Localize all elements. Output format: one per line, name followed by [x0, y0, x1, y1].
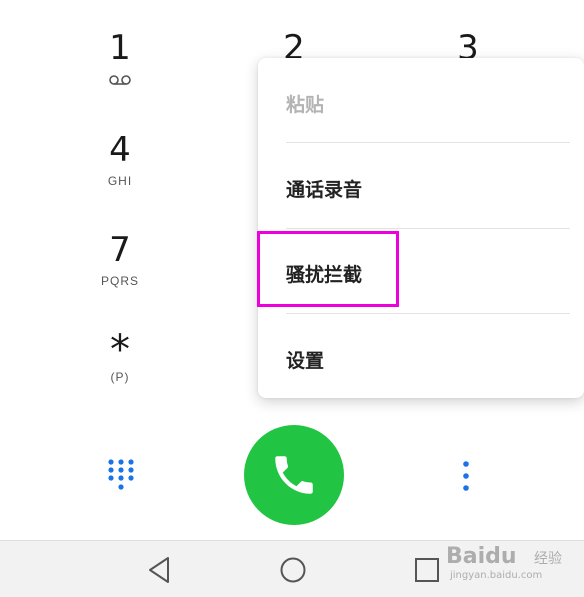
key-digit: * [110, 327, 130, 373]
dialpad-key-star[interactable]: * (P) [80, 327, 160, 384]
menu-item-call-recording[interactable]: 通话录音 [286, 175, 362, 202]
dialpad-grid-icon[interactable] [107, 458, 135, 492]
voicemail-icon [109, 75, 131, 85]
call-button[interactable] [244, 425, 344, 525]
watermark-suffix: 经验 [534, 551, 562, 567]
back-triangle-icon[interactable] [144, 555, 176, 585]
menu-divider [286, 142, 570, 143]
overflow-menu: 粘贴 通话录音 骚扰拦截 设置 [258, 58, 584, 398]
key-digit: 1 [109, 28, 131, 68]
key-digit: 7 [109, 230, 131, 270]
menu-item-settings[interactable]: 设置 [286, 346, 324, 373]
recents-square-icon[interactable] [412, 555, 442, 585]
watermark-brand: Baidu [446, 544, 517, 569]
phone-icon [275, 456, 313, 494]
key-letters: GHI [107, 174, 133, 188]
dialpad-key-7[interactable]: 7 PQRS [80, 232, 160, 288]
watermark-url: jingyan.baidu.com [450, 570, 543, 581]
menu-divider [286, 228, 570, 229]
key-digit: 4 [109, 130, 131, 170]
menu-item-paste[interactable]: 粘贴 [286, 90, 324, 117]
menu-divider [286, 313, 570, 314]
dialpad-key-4[interactable]: 4 GHI [80, 132, 160, 188]
key-letters: (P) [110, 370, 130, 384]
baidu-watermark: Baidu 经验 jingyan.baidu.com [446, 544, 576, 584]
key-letters: PQRS [100, 274, 139, 288]
more-vertical-icon[interactable] [460, 460, 472, 492]
dialpad-key-1[interactable]: 1 [80, 30, 160, 86]
highlight-annotation [257, 231, 399, 307]
home-circle-icon[interactable] [278, 555, 308, 585]
dialer-bottom-row [0, 420, 584, 540]
